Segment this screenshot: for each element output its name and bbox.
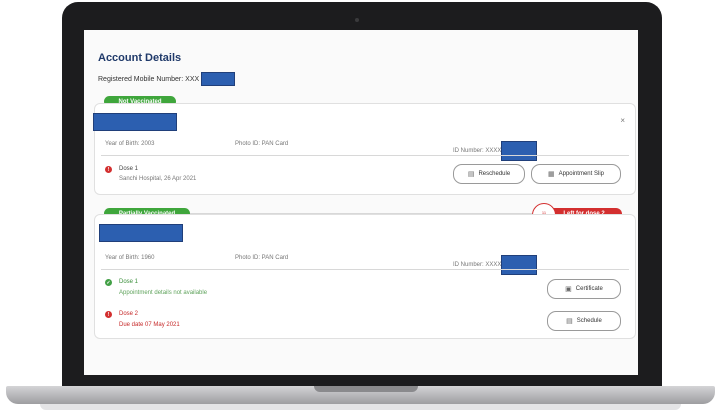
- dose-1-detail: Sanchi Hospital, 26 Apr 2021: [119, 176, 197, 182]
- id-number-label: ID Number: XXXX: [453, 148, 502, 154]
- calendar-icon: ▤: [566, 318, 573, 325]
- dose-1-title: Dose 1: [119, 166, 139, 172]
- laptop-notch: [314, 386, 418, 392]
- beneficiary-card: Year of Birth: 1960 Photo ID: PAN Card I…: [94, 214, 636, 339]
- certificate-button[interactable]: ▣ Certificate: [547, 279, 621, 299]
- redacted-beneficiary-name: [93, 113, 177, 131]
- alert-icon: !: [105, 311, 112, 318]
- beneficiary-card: × Year of Birth: 2003 Photo ID: PAN Card…: [93, 103, 636, 195]
- photo-id: Photo ID: PAN Card: [235, 141, 289, 147]
- year-of-birth: Year of Birth: 2003: [105, 141, 155, 147]
- redacted-id-number: [501, 141, 538, 161]
- dose-2-title: Dose 2: [119, 311, 139, 317]
- document-icon: ▦: [548, 171, 555, 178]
- dose-1-title: Dose 1: [119, 279, 139, 285]
- calendar-icon: ▤: [467, 171, 475, 178]
- reschedule-button[interactable]: ▤ Reschedule: [453, 164, 525, 184]
- schedule-button[interactable]: ▤ Schedule: [547, 311, 621, 331]
- redacted-mobile-number: [201, 72, 236, 86]
- screen: Account Details Registered Mobile Number…: [84, 30, 638, 375]
- id-number: ID Number: XXXX: [453, 255, 538, 275]
- divider: [101, 155, 629, 156]
- check-icon: ✓: [105, 279, 112, 286]
- reschedule-label: Reschedule: [478, 171, 511, 177]
- year-of-birth: Year of Birth: 1960: [105, 255, 155, 261]
- dose-1-detail: Appointment details not available: [119, 290, 208, 296]
- certificate-label: Certificate: [575, 286, 603, 292]
- camera-icon: [355, 18, 359, 22]
- registered-mobile-label: Registered Mobile Number: XXX: [98, 75, 200, 83]
- certificate-icon: ▣: [565, 286, 572, 293]
- page-title: Account Details: [98, 52, 182, 64]
- dose-2-due-date: Due date 07 May 2021: [119, 322, 180, 328]
- laptop-base: [6, 386, 715, 404]
- id-number: ID Number: XXXX: [453, 141, 538, 161]
- appointment-slip-label: Appointment Slip: [558, 171, 604, 177]
- appointment-slip-button[interactable]: ▦ Appointment Slip: [531, 164, 621, 184]
- alert-icon: !: [105, 166, 112, 173]
- photo-id: Photo ID: PAN Card: [235, 255, 289, 261]
- schedule-label: Schedule: [576, 318, 602, 324]
- id-number-label: ID Number: XXXX: [453, 262, 502, 268]
- divider: [101, 269, 629, 270]
- redacted-beneficiary-name: [99, 224, 183, 242]
- close-icon[interactable]: ×: [620, 116, 625, 125]
- laptop-shadow: [40, 404, 681, 410]
- redacted-id-number: [501, 255, 538, 275]
- registered-mobile-row: Registered Mobile Number: XXX: [98, 72, 236, 86]
